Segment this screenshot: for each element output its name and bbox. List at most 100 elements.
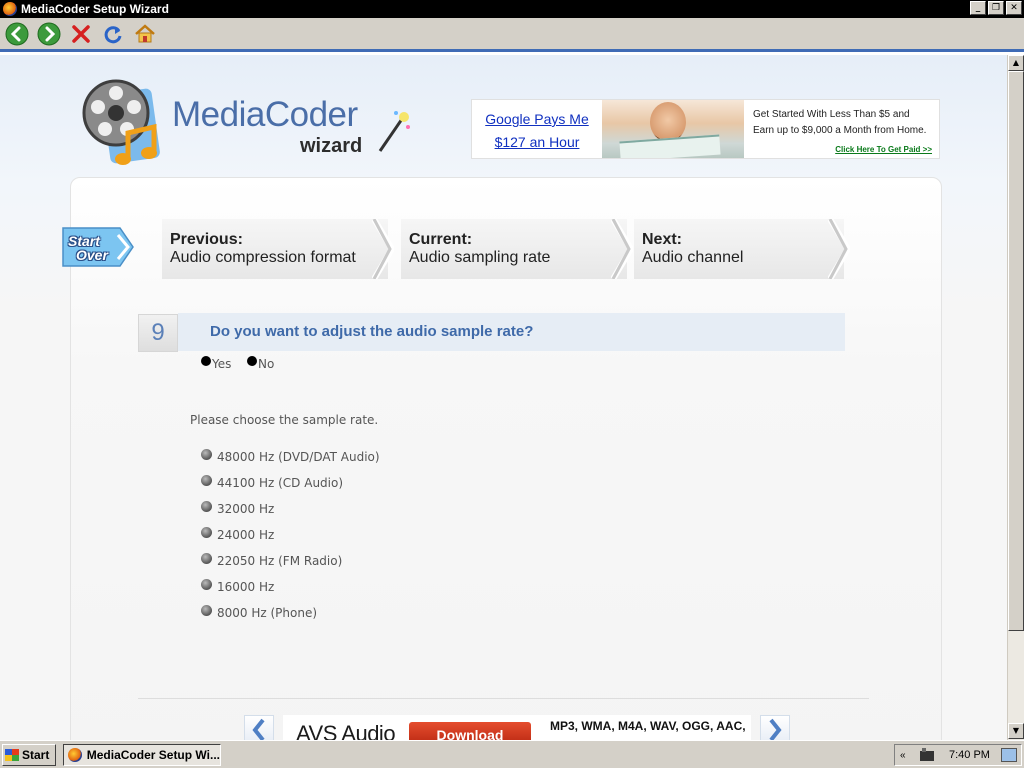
windows-flag-icon (5, 749, 19, 761)
radio-rate[interactable] (201, 500, 212, 512)
window-titlebar: MediaCoder Setup Wizard _ ❐ ✕ (0, 0, 1024, 18)
radio-rate[interactable] (201, 552, 212, 564)
chevron-right-icon (372, 219, 394, 279)
option-no-label: No (258, 357, 275, 371)
magic-wand-icon (378, 111, 410, 152)
start-over-line2: Over (76, 247, 108, 263)
ad-headline-line2: $127 an Hour (494, 134, 580, 150)
close-button[interactable]: ✕ (1006, 1, 1022, 15)
refresh-icon (104, 25, 122, 43)
forward-icon (37, 22, 61, 45)
step-previous-label: Previous: (170, 231, 243, 248)
scroll-down-button[interactable]: ▼ (1008, 723, 1024, 739)
tray-app-icon[interactable] (919, 748, 935, 762)
system-tray: « 7:40 PM (894, 744, 1022, 766)
chevron-right-icon (828, 219, 850, 279)
restore-button[interactable]: ❐ (988, 1, 1004, 15)
stop-icon (72, 24, 90, 43)
radio-rate[interactable] (201, 474, 212, 486)
radio-rate[interactable] (201, 578, 212, 590)
ad-headline[interactable]: Google Pays Me $127 an Hour (478, 108, 596, 154)
bottom-ad-download-button[interactable]: Download (409, 722, 531, 740)
chevron-right-icon (769, 718, 782, 740)
back-icon (5, 22, 29, 45)
back-button[interactable] (4, 21, 30, 47)
window-controls: _ ❐ ✕ (970, 1, 1022, 15)
brand-subtitle: wizard (300, 135, 363, 157)
scroll-thumb[interactable] (1008, 71, 1024, 631)
step-current: Current: Audio sampling rate (401, 219, 633, 279)
sample-rate-prompt: Please choose the sample rate. (190, 413, 379, 427)
home-icon (135, 23, 155, 42)
tray-expand-button[interactable]: « (900, 750, 906, 761)
bottom-ad[interactable]: AVS Audio Download MP3, WMA, M4A, WAV, O… (244, 715, 794, 740)
step-current-value: Audio sampling rate (409, 249, 551, 266)
rate-option[interactable]: 22050 Hz (FM Radio) (201, 548, 380, 574)
film-reel-icon (82, 79, 160, 165)
ad-photo-face (650, 102, 686, 142)
vertical-scrollbar[interactable]: ▲ ▼ (1007, 55, 1024, 740)
taskbar-item-mediacoder[interactable]: MediaCoder Setup Wi... (63, 744, 221, 766)
minimize-button[interactable]: _ (970, 1, 986, 15)
start-button[interactable]: Start (2, 744, 56, 766)
option-yes[interactable]: Yes (201, 356, 232, 371)
bottom-ad-next-button[interactable] (760, 715, 790, 740)
rate-option[interactable]: 32000 Hz (201, 496, 380, 522)
home-button[interactable] (132, 21, 158, 47)
ad-banner[interactable]: Google Pays Me $127 an Hour Get Started … (471, 99, 940, 159)
mediacoder-logo: MediaCoder wizard (76, 73, 436, 183)
wizard-steps: Previous: Audio compression format Curre… (162, 219, 852, 279)
start-over-button[interactable]: Start Over (62, 227, 134, 267)
chevron-right-icon (611, 219, 633, 279)
window-title: MediaCoder Setup Wizard (21, 2, 169, 16)
question-text: Do you want to adjust the audio sample r… (210, 323, 534, 340)
step-next[interactable]: Next: Audio channel (634, 219, 850, 279)
step-current-label: Current: (409, 231, 473, 248)
bottom-ad-formats: MP3, WMA, M4A, WAV, OGG, AAC, (550, 719, 746, 733)
brand-name: MediaCoder (172, 95, 358, 134)
step-previous[interactable]: Previous: Audio compression format (162, 219, 394, 279)
taskbar: Start MediaCoder Setup Wi... « 7:40 PM (0, 740, 1024, 768)
taskbar-item-label: MediaCoder Setup Wi... (86, 748, 220, 762)
question-bar: Do you want to adjust the audio sample r… (178, 313, 845, 351)
question-number: 9 (138, 314, 178, 352)
rate-option[interactable]: 48000 Hz (DVD/DAT Audio) (201, 444, 380, 470)
step-next-label: Next: (642, 231, 683, 248)
firefox-icon (68, 748, 82, 762)
start-over-line1: Start (68, 233, 100, 249)
scroll-up-button[interactable]: ▲ (1008, 55, 1024, 71)
step-next-value: Audio channel (642, 249, 744, 266)
radio-rate[interactable] (201, 604, 212, 616)
ad-cta-link[interactable]: Click Here To Get Paid >> (835, 145, 932, 154)
rate-option[interactable]: 44100 Hz (CD Audio) (201, 470, 380, 496)
ad-photo-check (619, 134, 721, 158)
radio-no[interactable] (247, 356, 257, 366)
rate-option[interactable]: 16000 Hz (201, 574, 380, 600)
browser-toolbar (0, 18, 1024, 52)
radio-rate[interactable] (201, 448, 212, 460)
firefox-icon (3, 2, 17, 16)
ad-headline-line1: Google Pays Me (485, 111, 589, 127)
bottom-ad-content: AVS Audio Download MP3, WMA, M4A, WAV, O… (283, 715, 751, 740)
tray-clock: 7:40 PM (949, 749, 990, 761)
forward-button[interactable] (36, 21, 62, 47)
page-content: MediaCoder wizard Google Pays Me $127 an… (0, 55, 1007, 740)
option-no[interactable]: No (247, 356, 275, 371)
start-label: Start (22, 748, 50, 762)
ad-photo (602, 100, 744, 158)
ad-body: Get Started With Less Than $5 and Earn u… (753, 109, 927, 136)
section-divider (138, 698, 869, 699)
bottom-ad-product: AVS Audio (296, 721, 396, 740)
chevron-left-icon (252, 718, 265, 740)
step-previous-value: Audio compression format (170, 249, 356, 266)
network-icon[interactable] (1001, 748, 1017, 762)
radio-yes[interactable] (201, 356, 211, 366)
option-yes-label: Yes (212, 357, 232, 371)
radio-rate[interactable] (201, 526, 212, 538)
sample-rate-list: 48000 Hz (DVD/DAT Audio) 44100 Hz (CD Au… (201, 444, 380, 626)
refresh-button[interactable] (100, 21, 126, 47)
bottom-ad-prev-button[interactable] (244, 715, 274, 740)
rate-option[interactable]: 24000 Hz (201, 522, 380, 548)
stop-button[interactable] (68, 21, 94, 47)
rate-option[interactable]: 8000 Hz (Phone) (201, 600, 380, 626)
